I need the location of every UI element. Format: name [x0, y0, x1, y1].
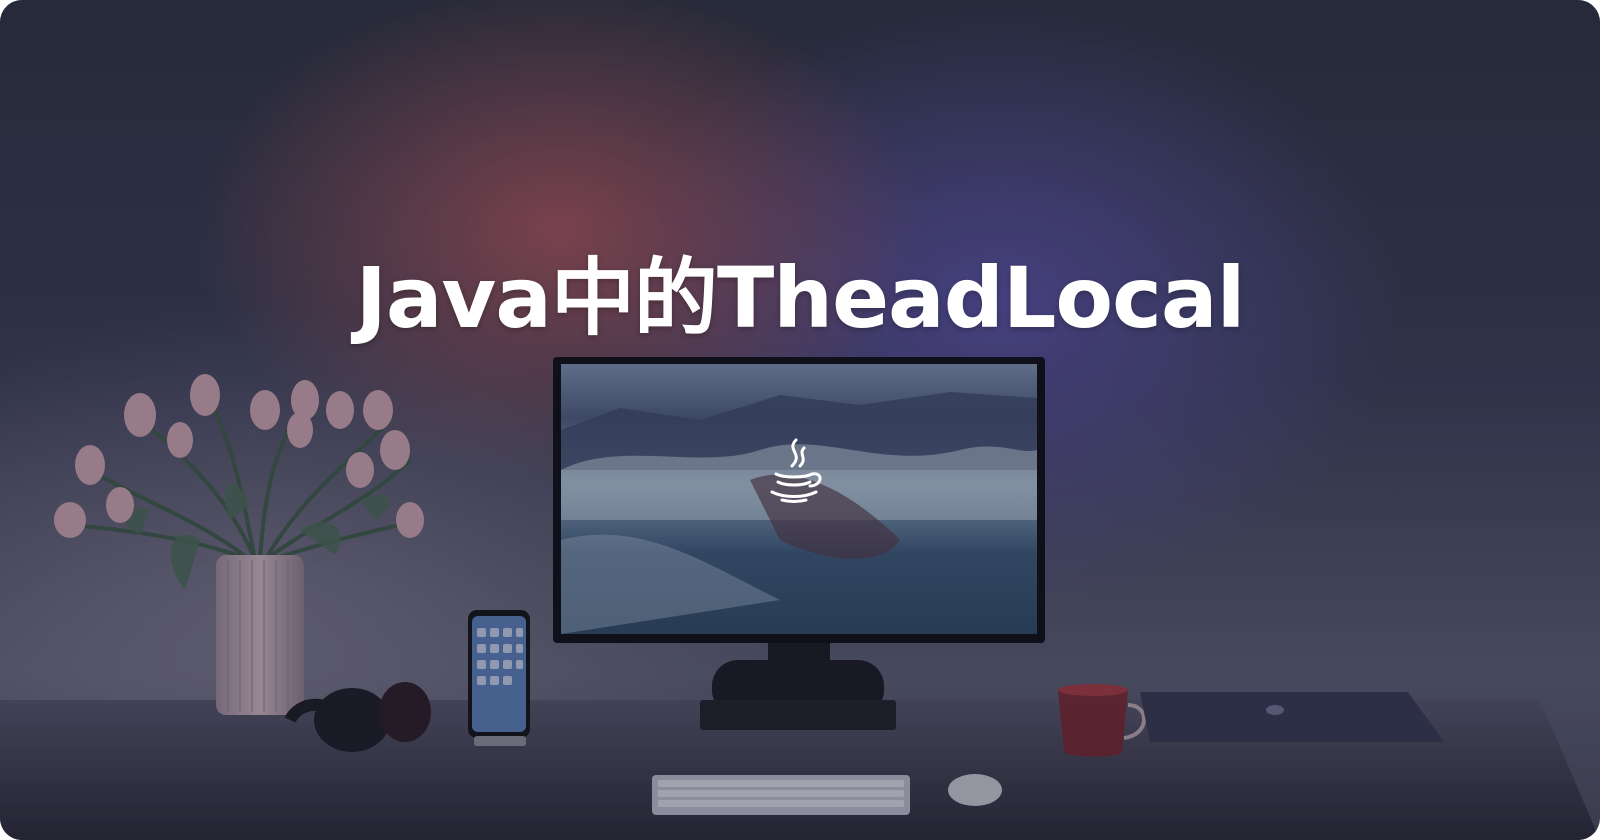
java-coffee-cup-icon [770, 438, 822, 503]
cover-title: Java中的TheadLocal [355, 249, 1246, 347]
cover-card: Java中的TheadLocal [0, 0, 1600, 840]
dark-overlay [0, 0, 1600, 840]
